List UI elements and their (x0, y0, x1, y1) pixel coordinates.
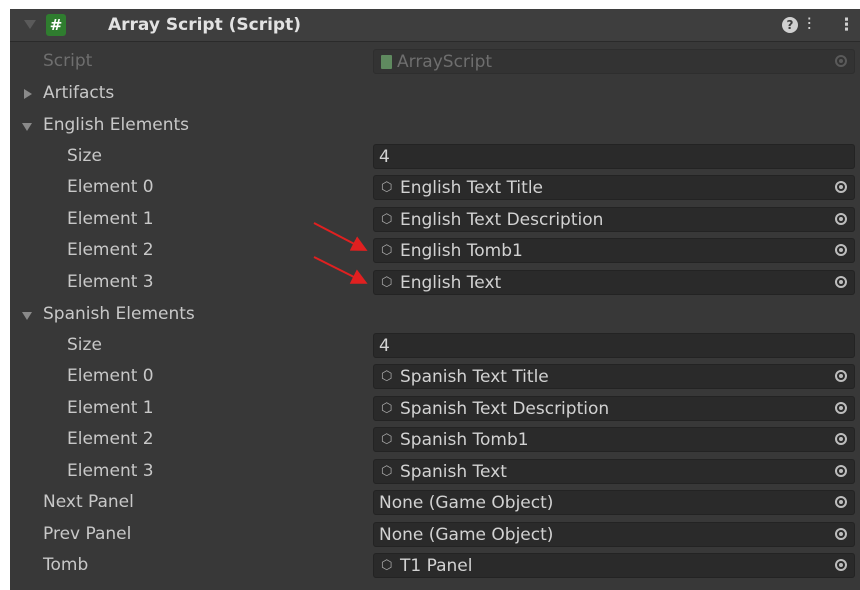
fold-triangle-icon[interactable] (24, 20, 36, 29)
object-picker-icon[interactable] (835, 213, 847, 225)
gameobject-icon: ⬡ (381, 243, 393, 258)
artifacts-foldout[interactable]: Artifacts (10, 79, 860, 110)
object-picker-icon[interactable] (835, 370, 847, 382)
gameobject-icon: ⬡ (381, 275, 393, 290)
element-label: Element 1 (67, 398, 154, 418)
inspector-component-panel: # Array Script (Script) ? ⫶ ⋮ Script Arr… (10, 9, 860, 590)
script-field-value: ArrayScript (397, 52, 493, 72)
object-picker-icon[interactable] (835, 496, 847, 508)
foldout-expanded-icon[interactable] (22, 312, 32, 320)
tomb-row: Tomb ⬡ T1 Panel (10, 551, 860, 582)
object-field-value: Spanish Tomb1 (400, 430, 529, 450)
tomb-label: Tomb (43, 555, 89, 575)
gameobject-icon: ⬡ (381, 180, 393, 195)
script-field: ArrayScript (373, 49, 855, 74)
element-label: Element 2 (67, 240, 154, 260)
gameobject-icon: ⬡ (381, 212, 393, 227)
object-picker-icon[interactable] (835, 276, 847, 288)
prev-panel-row: Prev Panel None (Game Object) (10, 520, 860, 551)
gameobject-icon: ⬡ (381, 401, 393, 416)
spanish-elements-label: Spanish Elements (43, 304, 195, 324)
next-panel-value: None (Game Object) (379, 493, 554, 513)
component-header[interactable]: # Array Script (Script) ? ⫶ ⋮ (10, 9, 860, 42)
object-field[interactable]: ⬡ English Text Title (373, 175, 855, 200)
prev-panel-field[interactable]: None (Game Object) (373, 522, 855, 547)
object-field[interactable]: ⬡ Spanish Tomb1 (373, 427, 855, 452)
object-field[interactable]: ⬡ English Text Description (373, 207, 855, 232)
script-file-icon (381, 55, 392, 69)
spanish-elements-foldout[interactable]: Spanish Elements (10, 300, 860, 331)
spanish-element-row: Element 0 ⬡ Spanish Text Title (10, 362, 860, 393)
spanish-element-row: Element 2 ⬡ Spanish Tomb1 (10, 425, 860, 456)
object-field-value: Spanish Text Title (400, 367, 549, 387)
spanish-size-value: 4 (379, 336, 390, 356)
object-picker-icon[interactable] (835, 244, 847, 256)
object-field[interactable]: ⬡ Spanish Text Title (373, 364, 855, 389)
object-field[interactable]: ⬡ English Tomb1 (373, 238, 855, 263)
spanish-size-input[interactable]: 4 (373, 333, 855, 358)
presets-icon[interactable]: ⫶ (807, 15, 811, 35)
object-field-value: Spanish Text (400, 462, 507, 482)
object-field-value: English Text (400, 273, 502, 293)
script-hash-icon: # (46, 14, 66, 36)
element-label: Element 1 (67, 209, 154, 229)
spanish-size-label: Size (67, 335, 102, 355)
object-field-value: English Text Title (400, 178, 544, 198)
element-label: Element 3 (67, 461, 154, 481)
english-element-row: Element 3 ⬡ English Text (10, 268, 860, 299)
element-label: Element 2 (67, 429, 154, 449)
object-field-value: English Text Description (400, 210, 604, 230)
english-elements-foldout[interactable]: English Elements (10, 111, 860, 142)
english-size-label: Size (67, 146, 102, 166)
gameobject-icon: ⬡ (381, 369, 393, 384)
english-elements-label: English Elements (43, 115, 190, 135)
foldout-expanded-icon[interactable] (22, 123, 32, 131)
english-element-row: Element 2 ⬡ English Tomb1 (10, 236, 860, 267)
foldout-collapsed-icon[interactable] (24, 89, 32, 99)
tomb-value: T1 Panel (400, 556, 473, 576)
gameobject-icon: ⬡ (381, 558, 393, 573)
object-picker-icon[interactable] (835, 181, 847, 193)
gameobject-icon: ⬡ (381, 432, 393, 447)
prev-panel-value: None (Game Object) (379, 525, 554, 545)
annotation-arrow (313, 256, 368, 284)
help-icon[interactable]: ? (782, 17, 798, 33)
next-panel-label: Next Panel (43, 492, 134, 512)
object-picker-icon[interactable] (835, 559, 847, 571)
next-panel-row: Next Panel None (Game Object) (10, 488, 860, 519)
object-picker-icon[interactable] (835, 528, 847, 540)
spanish-element-row: Element 3 ⬡ Spanish Text (10, 457, 860, 488)
english-element-row: Element 0 ⬡ English Text Title (10, 173, 860, 204)
element-label: Element 0 (67, 366, 154, 386)
component-title: Array Script (Script) (108, 15, 301, 35)
english-size-value: 4 (379, 147, 390, 167)
object-field-value: English Tomb1 (400, 241, 523, 261)
spanish-element-row: Element 1 ⬡ Spanish Text Description (10, 394, 860, 425)
script-row: Script ArrayScript (10, 47, 860, 78)
object-field-value: Spanish Text Description (400, 399, 610, 419)
english-size-input[interactable]: 4 (373, 144, 855, 169)
tomb-field[interactable]: ⬡ T1 Panel (373, 553, 855, 578)
english-element-row: Element 1 ⬡ English Text Description (10, 205, 860, 236)
element-label: Element 0 (67, 177, 154, 197)
annotation-arrow (313, 222, 368, 251)
gameobject-icon: ⬡ (381, 464, 393, 479)
artifacts-label: Artifacts (43, 83, 115, 103)
script-label: Script (43, 51, 93, 71)
object-picker-icon[interactable] (835, 433, 847, 445)
more-options-icon[interactable]: ⋮ (838, 15, 855, 35)
element-label: Element 3 (67, 272, 154, 292)
prev-panel-label: Prev Panel (43, 524, 132, 544)
annotation-arrows (313, 222, 368, 284)
next-panel-field[interactable]: None (Game Object) (373, 490, 855, 515)
object-field[interactable]: ⬡ Spanish Text (373, 459, 855, 484)
object-picker-icon[interactable] (835, 465, 847, 477)
object-field[interactable]: ⬡ Spanish Text Description (373, 396, 855, 421)
object-picker-icon[interactable] (835, 402, 847, 414)
spanish-size-row: Size 4 (10, 331, 860, 362)
english-size-row: Size 4 (10, 142, 860, 173)
object-field[interactable]: ⬡ English Text (373, 270, 855, 295)
object-picker-icon (835, 55, 847, 67)
